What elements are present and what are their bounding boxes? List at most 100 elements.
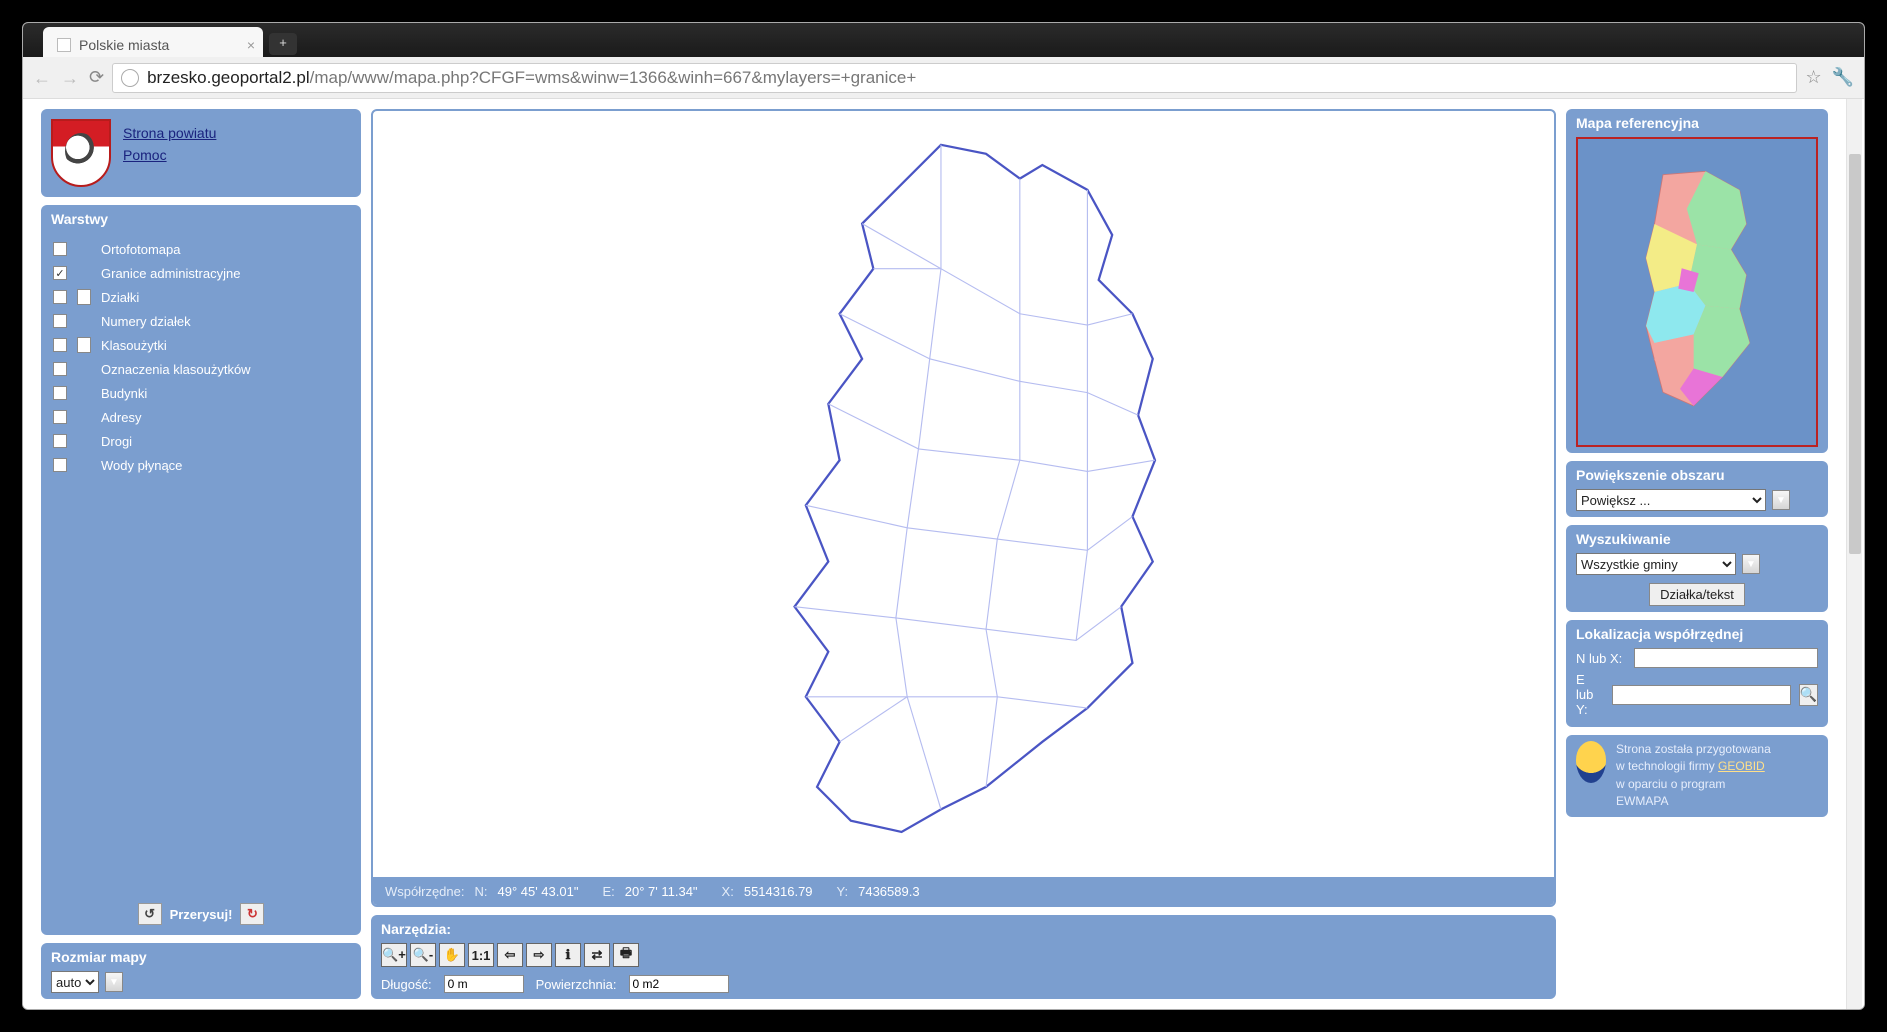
coord-label: Współrzędne:: [385, 884, 464, 899]
layer-row: Ortofotomapa: [51, 237, 351, 261]
scrollbar-thumb[interactable]: [1849, 154, 1861, 554]
undo-icon[interactable]: ↺: [138, 903, 162, 925]
redraw-button[interactable]: Przerysuj!: [170, 907, 233, 922]
chevron-down-icon[interactable]: ▼: [1742, 554, 1760, 574]
layers-title: Warstwy: [51, 211, 351, 227]
print-icon[interactable]: 🖶: [613, 943, 639, 967]
layer-row: Drogi: [51, 429, 351, 453]
locate-title: Lokalizacja współrzędnej: [1576, 626, 1818, 642]
zoom-area-title: Powiększenie obszaru: [1576, 467, 1818, 483]
wrench-icon[interactable]: 🔧: [1832, 67, 1854, 88]
credits-line: w oparciu o program: [1616, 776, 1771, 793]
search-button[interactable]: Działka/tekst: [1649, 583, 1745, 606]
locate-n-input[interactable]: [1634, 648, 1818, 668]
layer-checkbox[interactable]: [53, 386, 67, 400]
prev-view-icon[interactable]: ⇦: [497, 943, 523, 967]
length-value: [444, 975, 524, 993]
tools-title: Narzędzia:: [381, 921, 1546, 937]
map-size-title: Rozmiar mapy: [51, 949, 351, 965]
tab-title: Polskie miasta: [79, 37, 169, 53]
coord-y: 7436589.3: [858, 884, 919, 899]
close-icon[interactable]: ×: [247, 37, 255, 53]
layer-checkbox[interactable]: [53, 458, 67, 472]
tools-panel: Narzędzia: 🔍+ 🔍- ✋ 1:1 ⇦ ⇨ ℹ ⇄ 🖶 Długość…: [371, 915, 1556, 999]
help-link[interactable]: Pomoc: [123, 147, 216, 163]
layer-checkbox[interactable]: [53, 362, 67, 376]
locate-e-label: E lub Y:: [1576, 672, 1604, 717]
zoom-area-panel: Powiększenie obszaru Powiększ ... ▼: [1566, 461, 1828, 517]
next-view-icon[interactable]: ⇨: [526, 943, 552, 967]
redo-icon[interactable]: ↻: [240, 903, 264, 925]
locate-panel: Lokalizacja współrzędnej N lub X: E lub …: [1566, 620, 1828, 727]
locate-e-input[interactable]: [1612, 685, 1791, 705]
layer-checkbox[interactable]: [53, 338, 67, 352]
layer-checkbox[interactable]: [53, 290, 67, 304]
forward-icon[interactable]: →: [61, 68, 81, 88]
measure-icon[interactable]: ⇄: [584, 943, 610, 967]
map-size-panel: Rozmiar mapy auto ▼: [41, 943, 361, 999]
layer-label: Ortofotomapa: [101, 242, 181, 257]
url-path: /map/www/mapa.php?CFGF=wms&winw=1366&win…: [310, 68, 917, 88]
pin-icon: [1576, 741, 1606, 783]
reference-map[interactable]: [1576, 137, 1818, 447]
layer-row: Oznaczenia klasoużytków: [51, 357, 351, 381]
map-svg: [373, 111, 1554, 877]
browser-window: Polskie miasta × + ← → ⟳ brzesko.geoport…: [22, 22, 1865, 1010]
layer-label: Oznaczenia klasoużytków: [101, 362, 251, 377]
layer-checkbox[interactable]: [53, 242, 67, 256]
county-crest: [51, 119, 111, 187]
document-icon[interactable]: [77, 289, 91, 305]
layer-row: Numery działek: [51, 309, 351, 333]
layer-checkbox[interactable]: [53, 434, 67, 448]
search-panel: Wyszukiwanie Wszystkie gminy ▼ Działka/t…: [1566, 525, 1828, 612]
layer-row: ✓ Granice administracyjne: [51, 261, 351, 285]
browser-tab[interactable]: Polskie miasta ×: [43, 27, 263, 57]
star-icon[interactable]: ☆: [1805, 67, 1821, 88]
new-tab-button[interactable]: +: [269, 33, 297, 55]
layers-panel: Warstwy Ortofotomapa ✓ Granice administrac…: [41, 205, 361, 935]
search-gmina-select[interactable]: Wszystkie gminy: [1576, 553, 1736, 575]
search-title: Wyszukiwanie: [1576, 531, 1818, 547]
zoom-out-icon[interactable]: 🔍-: [410, 943, 436, 967]
layer-label: Granice administracyjne: [101, 266, 240, 281]
geobid-link[interactable]: GEOBID: [1718, 759, 1765, 773]
pan-icon[interactable]: ✋: [439, 943, 465, 967]
area-label: Powierzchnia:: [536, 977, 617, 992]
layer-checkbox[interactable]: [53, 410, 67, 424]
credits-line: EWMAPA: [1616, 793, 1771, 810]
coordinates-bar: Współrzędne: N: 49° 45' 43.01" E: 20° 7'…: [373, 877, 1554, 905]
zoom-area-select[interactable]: Powiększ ...: [1576, 489, 1766, 511]
scale-1to1-icon[interactable]: 1:1: [468, 943, 494, 967]
map-size-select[interactable]: auto: [51, 971, 99, 993]
coord-x: 5514316.79: [744, 884, 813, 899]
info-icon[interactable]: ℹ: [555, 943, 581, 967]
globe-icon: [121, 69, 139, 87]
chevron-down-icon[interactable]: ▼: [1772, 490, 1790, 510]
layer-row: Wody płynące: [51, 453, 351, 477]
search-icon[interactable]: 🔍: [1799, 684, 1818, 706]
credits-panel: Strona została przygotowana w technologi…: [1566, 735, 1828, 817]
page-icon: [57, 38, 71, 52]
layer-checkbox[interactable]: [53, 314, 67, 328]
county-site-link[interactable]: Strona powiatu: [123, 125, 216, 141]
back-icon[interactable]: ←: [33, 68, 53, 88]
layer-label: Budynki: [101, 386, 147, 401]
zoom-in-icon[interactable]: 🔍+: [381, 943, 407, 967]
layer-row: Działki: [51, 285, 351, 309]
reference-map-panel: Mapa referencyjna: [1566, 109, 1828, 453]
layer-checkbox[interactable]: ✓: [53, 266, 67, 280]
address-bar: ← → ⟳ brzesko.geoportal2.pl/map/www/mapa…: [23, 57, 1864, 99]
layer-label: Działki: [101, 290, 139, 305]
chevron-down-icon[interactable]: ▼: [105, 972, 123, 992]
layer-label: Klasoużytki: [101, 338, 167, 353]
document-icon[interactable]: [77, 337, 91, 353]
layer-label: Adresy: [101, 410, 141, 425]
layer-row: Adresy: [51, 405, 351, 429]
url-input[interactable]: brzesko.geoportal2.pl/map/www/mapa.php?C…: [112, 63, 1797, 93]
scrollbar[interactable]: [1846, 99, 1862, 1009]
layer-label: Wody płynące: [101, 458, 182, 473]
reload-icon[interactable]: ⟳: [89, 67, 104, 88]
map-viewport[interactable]: Współrzędne: N: 49° 45' 43.01" E: 20° 7'…: [371, 109, 1556, 907]
layer-label: Drogi: [101, 434, 132, 449]
url-domain: brzesko.geoportal2.pl: [147, 68, 310, 88]
